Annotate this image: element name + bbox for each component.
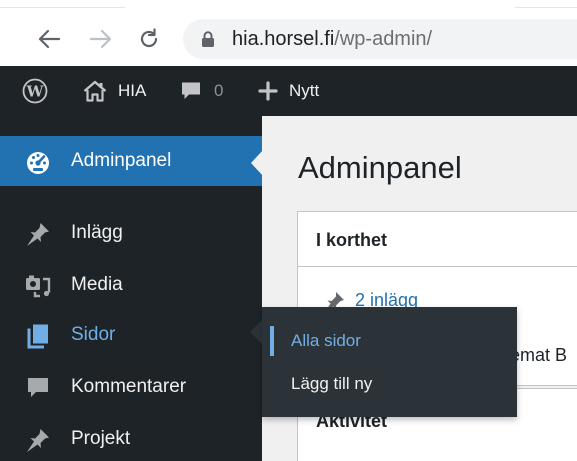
sidebar-item-inlagg[interactable]: Inlägg (0, 208, 262, 258)
admin-sidebar: Adminpanel Inlägg Media Sidor Kommentare… (0, 116, 262, 461)
sidebar-item-kommentarer[interactable]: Kommentarer (0, 362, 262, 412)
sidebar-item-label: Inlägg (71, 222, 123, 243)
site-name-link[interactable]: HIA (83, 66, 146, 116)
sidebar-item-label: Projekt (71, 428, 131, 449)
tab-strip-divider (0, 7, 125, 8)
media-icon (26, 275, 51, 298)
submenu-item-lagg-till-ny[interactable]: Lägg till ny (262, 364, 517, 404)
submenu-item-alla-sidor[interactable]: Alla sidor (262, 321, 517, 361)
comments-link[interactable]: 0 (180, 66, 223, 116)
url-host: hia.horsel.fi (232, 28, 335, 50)
arrow-right-icon (89, 29, 112, 49)
sidebar-item-label: Kommentarer (71, 376, 187, 397)
url-path: /wp-admin/ (334, 28, 433, 50)
forward-button[interactable] (86, 24, 116, 54)
dashboard-icon (27, 152, 49, 174)
at-a-glance-header[interactable]: I korthet (298, 212, 577, 267)
sidebar-item-label: Media (71, 274, 123, 295)
reload-icon (140, 28, 158, 48)
address-bar[interactable]: hia.horsel.fi/wp-admin/ (183, 19, 577, 59)
pages-icon (27, 324, 48, 349)
url-text: hia.horsel.fi/wp-admin/ (232, 28, 432, 50)
sidebar-item-label: Sidor (71, 324, 116, 345)
pages-flyout-submenu: Alla sidor Lägg till ny (262, 307, 517, 417)
wordpress-logo-icon: W (22, 78, 48, 104)
back-button[interactable] (34, 24, 64, 54)
active-indicator (270, 326, 274, 356)
browser-toolbar: hia.horsel.fi/wp-admin/ (0, 0, 577, 66)
sidebar-item-media[interactable]: Media (0, 260, 262, 310)
submenu-item-label: Lägg till ny (291, 374, 373, 393)
sidebar-item-label: Adminpanel (71, 150, 172, 171)
svg-text:W: W (26, 83, 45, 101)
theme-info-text: emat B (510, 345, 568, 365)
pin-icon (27, 223, 49, 246)
plus-icon (258, 81, 278, 101)
home-icon (83, 80, 107, 102)
arrow-left-icon (38, 29, 61, 49)
sidebar-item-adminpanel[interactable]: Adminpanel (0, 136, 262, 186)
new-content-label: Nytt (289, 81, 320, 100)
flyout-pointer (250, 320, 262, 344)
reload-button[interactable] (134, 24, 164, 54)
wordpress-logo-button[interactable]: W (22, 66, 48, 116)
tab-strip-divider (515, 7, 577, 8)
comment-icon (182, 82, 200, 99)
site-name-label: HIA (118, 81, 147, 100)
sidebar-item-projekt[interactable]: Projekt (0, 414, 262, 461)
new-content-link[interactable]: Nytt (258, 66, 319, 116)
page: hia.horsel.fi/wp-admin/ W HIA 0 Nytt Adm… (0, 0, 577, 461)
lock-icon[interactable] (201, 31, 215, 48)
wp-admin-bar: W HIA 0 Nytt (0, 66, 577, 116)
submenu-item-label: Alla sidor (291, 331, 361, 350)
page-title: Adminpanel (298, 150, 462, 185)
at-a-glance-title: I korthet (316, 230, 388, 250)
comment-icon (28, 378, 48, 397)
pin-icon (27, 429, 49, 452)
current-menu-pointer (251, 150, 263, 176)
sidebar-item-sidor[interactable]: Sidor (0, 310, 262, 360)
comments-count: 0 (214, 81, 224, 100)
